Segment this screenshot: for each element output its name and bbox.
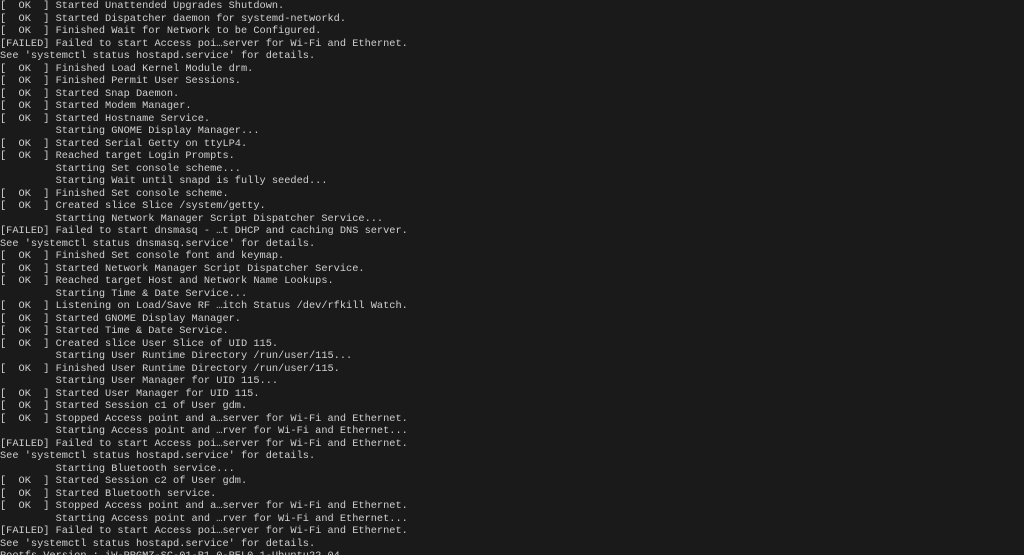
- boot-line-starting: Starting GNOME Display Manager...: [0, 125, 1024, 138]
- boot-line-ok: [ OK ] Reached target Login Prompts.: [0, 150, 1024, 163]
- boot-line-ok: [ OK ] Finished Set console scheme.: [0, 188, 1024, 201]
- boot-line-ok: [ OK ] Started Time & Date Service.: [0, 325, 1024, 338]
- boot-line-ok: [ OK ] Finished Permit User Sessions.: [0, 75, 1024, 88]
- boot-line-note: See 'systemctl status hostapd.service' f…: [0, 538, 1024, 551]
- boot-log-lines: [ OK ] Started Unattended Upgrades Shutd…: [0, 0, 1024, 550]
- boot-line-starting: Starting Wait until snapd is fully seede…: [0, 175, 1024, 188]
- boot-line-ok: [ OK ] Started Snap Daemon.: [0, 88, 1024, 101]
- boot-line-ok: [ OK ] Started Bluetooth service.: [0, 488, 1024, 501]
- boot-line-ok: [ OK ] Started GNOME Display Manager.: [0, 313, 1024, 326]
- boot-line-ok: [ OK ] Started Modem Manager.: [0, 100, 1024, 113]
- boot-line-ok: [ OK ] Started Dispatcher daemon for sys…: [0, 13, 1024, 26]
- boot-line-ok: [ OK ] Stopped Access point and a…server…: [0, 413, 1024, 426]
- boot-line-ok: [ OK ] Started Unattended Upgrades Shutd…: [0, 0, 1024, 13]
- boot-line-ok: [ OK ] Started User Manager for UID 115.: [0, 388, 1024, 401]
- boot-line-ok: [ OK ] Finished Load Kernel Module drm.: [0, 63, 1024, 76]
- boot-line-starting: Starting Bluetooth service...: [0, 463, 1024, 476]
- boot-line-failed: [FAILED] Failed to start Access poi…serv…: [0, 438, 1024, 451]
- boot-line-ok: [ OK ] Started Network Manager Script Di…: [0, 263, 1024, 276]
- boot-line-starting: Starting Time & Date Service...: [0, 288, 1024, 301]
- boot-line-ok: [ OK ] Finished Wait for Network to be C…: [0, 25, 1024, 38]
- boot-line-ok: [ OK ] Started Session c2 of User gdm.: [0, 475, 1024, 488]
- boot-line-starting: Starting User Runtime Directory /run/use…: [0, 350, 1024, 363]
- boot-line-ok: [ OK ] Listening on Load/Save RF …itch S…: [0, 300, 1024, 313]
- boot-line-note: See 'systemctl status hostapd.service' f…: [0, 50, 1024, 63]
- rootfs-version-line: Rootfs Version : iW-PRGMZ-SC-01-R1.0-REL…: [0, 550, 1024, 555]
- boot-line-ok: [ OK ] Started Serial Getty on ttyLP4.: [0, 138, 1024, 151]
- boot-line-note: See 'systemctl status hostapd.service' f…: [0, 450, 1024, 463]
- boot-line-starting: Starting Set console scheme...: [0, 163, 1024, 176]
- boot-line-ok: [ OK ] Finished User Runtime Directory /…: [0, 363, 1024, 376]
- boot-line-starting: Starting Network Manager Script Dispatch…: [0, 213, 1024, 226]
- boot-line-failed: [FAILED] Failed to start Access poi…serv…: [0, 525, 1024, 538]
- boot-line-ok: [ OK ] Created slice User Slice of UID 1…: [0, 338, 1024, 351]
- boot-line-ok: [ OK ] Created slice Slice /system/getty…: [0, 200, 1024, 213]
- boot-line-ok: [ OK ] Reached target Host and Network N…: [0, 275, 1024, 288]
- boot-line-ok: [ OK ] Started Session c1 of User gdm.: [0, 400, 1024, 413]
- boot-line-failed: [FAILED] Failed to start dnsmasq - …t DH…: [0, 225, 1024, 238]
- boot-line-starting: Starting User Manager for UID 115...: [0, 375, 1024, 388]
- boot-line-ok: [ OK ] Stopped Access point and a…server…: [0, 500, 1024, 513]
- boot-line-note: See 'systemctl status dnsmasq.service' f…: [0, 238, 1024, 251]
- boot-line-failed: [FAILED] Failed to start Access poi…serv…: [0, 38, 1024, 51]
- boot-line-ok: [ OK ] Finished Set console font and key…: [0, 250, 1024, 263]
- boot-line-ok: [ OK ] Started Hostname Service.: [0, 113, 1024, 126]
- boot-line-starting: Starting Access point and …rver for Wi-F…: [0, 425, 1024, 438]
- boot-console[interactable]: [ OK ] Started Unattended Upgrades Shutd…: [0, 0, 1024, 555]
- boot-line-starting: Starting Access point and …rver for Wi-F…: [0, 513, 1024, 526]
